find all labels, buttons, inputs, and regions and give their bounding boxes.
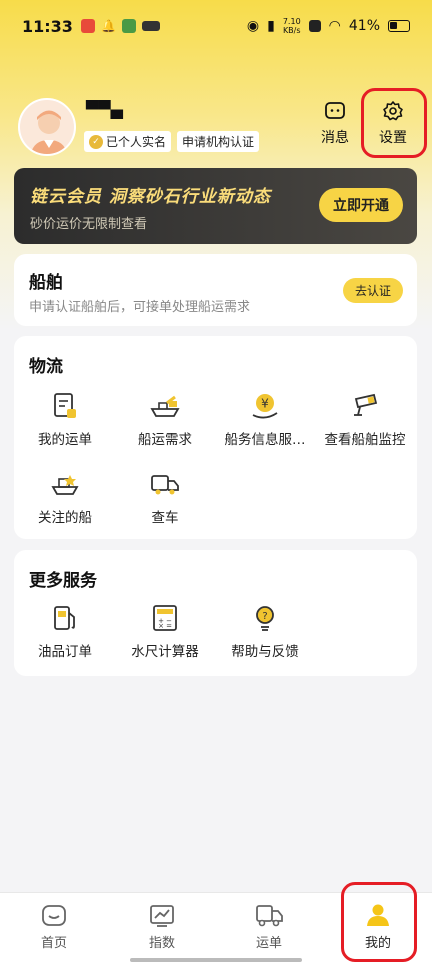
- grid-item-check-truck[interactable]: 查车: [115, 468, 215, 526]
- speed-unit: KB/s: [282, 26, 301, 35]
- vibrate-icon: ▮: [267, 18, 275, 34]
- status-time: 11:33: [22, 16, 73, 36]
- nav-label: 运单: [255, 936, 282, 951]
- speed-value: 7.10: [282, 17, 301, 26]
- message-label: 消息: [321, 130, 349, 146]
- real-name-badge-label: 已个人实名: [106, 135, 167, 149]
- battery-percent: 41%: [348, 18, 380, 34]
- wifi-icon: ◠: [328, 18, 341, 34]
- network-speed: 7.10 KB/s: [283, 17, 301, 35]
- real-name-badge: ✓ 已个人实名: [84, 131, 172, 152]
- gesture-bar: [130, 958, 302, 962]
- app-notification-icon: [80, 19, 95, 33]
- message-button[interactable]: 消息: [311, 100, 359, 147]
- waybill-icon: [49, 390, 81, 422]
- app-notification-icon: [121, 19, 136, 33]
- grid-item-my-waybill[interactable]: 我的运单: [15, 390, 115, 448]
- org-cert-badge-label: 申请机构认证: [182, 135, 255, 149]
- svg-text:?: ?: [262, 611, 267, 622]
- more-services-title: 更多服务: [29, 571, 97, 591]
- grid-item-label: 帮助与反馈: [231, 644, 299, 660]
- home-icon: [42, 905, 66, 926]
- svg-text:¥: ¥: [261, 397, 269, 411]
- mine-tab-highlight: [341, 882, 417, 962]
- more-services-card: 更多服务 油品订单 + − × = 水尺计算器 ? 帮助与反馈: [14, 550, 417, 676]
- status-bar: 11:33 🔔 ◉ ▮ 7.10 KB/s ◠ 41%: [0, 0, 432, 52]
- org-cert-badge[interactable]: 申请机构认证: [177, 131, 260, 152]
- fuel-icon: [49, 602, 81, 634]
- app-notification-icon: [141, 21, 160, 31]
- grid-item-label: 查车: [151, 510, 179, 526]
- truck-icon: [256, 905, 283, 927]
- vip-subtitle: 砂价运价无限制查看: [30, 217, 148, 232]
- location-icon: ◉: [246, 18, 260, 34]
- badge-row: ✓ 已个人实名 申请机构认证: [84, 131, 260, 152]
- ship-demand-icon: [149, 390, 181, 422]
- lightbulb-icon: ?: [249, 602, 281, 634]
- ship-card-title: 船舶: [29, 273, 63, 293]
- grid-item-shipping-info[interactable]: ¥ 船务信息服…: [215, 390, 315, 448]
- grid-item-label: 查看船舶监控: [324, 432, 406, 448]
- message-icon: [325, 102, 345, 119]
- grid-item-ship-monitor[interactable]: 查看船舶监控: [315, 390, 415, 448]
- ship-card-description: 申请认证船舶后，可接单处理船运需求: [29, 300, 251, 315]
- avatar[interactable]: [18, 98, 76, 156]
- nav-label: 指数: [148, 936, 175, 951]
- truck-icon: [149, 468, 181, 500]
- grid-item-label: 我的运单: [38, 432, 92, 448]
- svg-text:=: =: [166, 622, 172, 630]
- grid-item-label: 船运需求: [138, 432, 192, 448]
- settings-highlight: [361, 88, 427, 158]
- grid-item-draft-calculator[interactable]: + − × = 水尺计算器: [115, 602, 215, 660]
- grid-item-fuel-order[interactable]: 油品订单: [15, 602, 115, 660]
- nav-item-waybill[interactable]: 运单: [239, 903, 299, 951]
- vip-banner[interactable]: 链云会员 洞察砂石行业新动态 砂价运价无限制查看 立即开通: [14, 168, 417, 244]
- nav-item-home[interactable]: 首页: [24, 903, 84, 951]
- app-status-icon: [308, 20, 321, 32]
- grid-item-ship-demand[interactable]: 船运需求: [115, 390, 215, 448]
- grid-item-label: 水尺计算器: [131, 644, 199, 660]
- camera-icon: [349, 390, 381, 422]
- battery-icon: [388, 20, 410, 32]
- logistics-title: 物流: [29, 357, 63, 377]
- bell-icon: 🔔: [100, 19, 116, 33]
- grid-item-label: 船务信息服…: [224, 432, 306, 448]
- yuan-service-icon: ¥: [249, 390, 281, 422]
- username: ▀▀▄: [86, 100, 123, 119]
- vip-title: 链云会员 洞察砂石行业新动态: [30, 187, 271, 207]
- ship-follow-icon: [49, 468, 81, 500]
- ship-card: 船舶 申请认证船舶后，可接单处理船运需求 去认证: [14, 254, 417, 326]
- logistics-card: 物流 我的运单 船运需求 ¥ 船务信息服… 查看船舶监控 关注的船 查车: [14, 336, 417, 539]
- nav-item-index[interactable]: 指数: [132, 903, 192, 951]
- vip-open-button[interactable]: 立即开通: [319, 188, 403, 222]
- svg-text:×: ×: [158, 622, 164, 630]
- grid-item-help-feedback[interactable]: ? 帮助与反馈: [215, 602, 315, 660]
- grid-item-label: 油品订单: [38, 644, 92, 660]
- ship-cert-button[interactable]: 去认证: [343, 278, 403, 303]
- nav-label: 首页: [40, 936, 67, 951]
- chart-icon: [150, 905, 174, 927]
- check-icon: ✓: [89, 134, 103, 149]
- grid-item-label: 关注的船: [38, 510, 92, 526]
- grid-item-followed-ships[interactable]: 关注的船: [15, 468, 115, 526]
- calculator-icon: + − × =: [149, 602, 181, 634]
